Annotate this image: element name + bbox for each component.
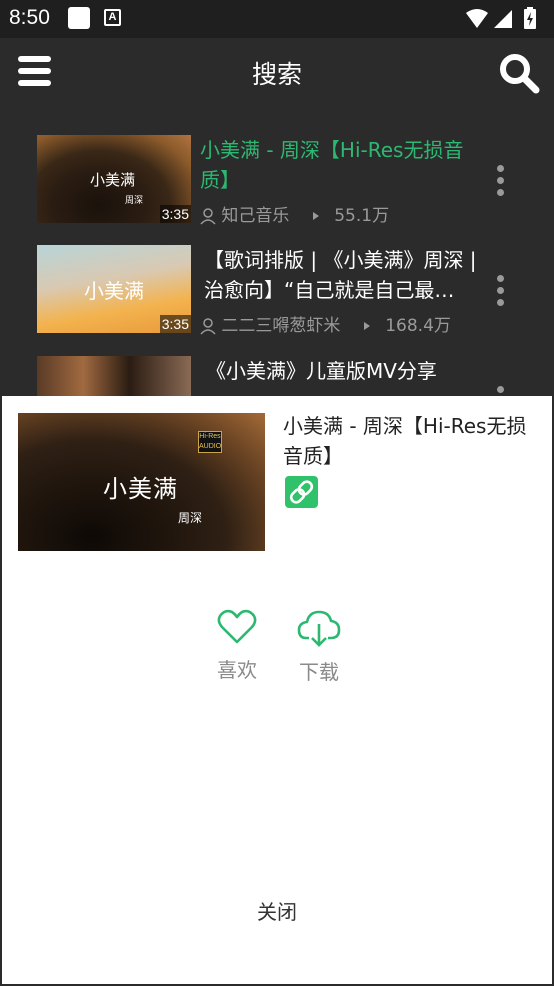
search-button[interactable] <box>498 52 540 98</box>
result-item[interactable]: 小美满 周深 3:35 小美满 - 周深【Hi-Res无损音质】 知己音乐 55… <box>0 135 554 235</box>
result-thumbnail <box>37 356 191 396</box>
more-vertical-icon <box>497 287 504 294</box>
result-plays: 55.1万 <box>334 206 390 226</box>
more-vertical-icon <box>497 177 504 184</box>
wifi-icon <box>466 9 488 28</box>
status-time: 8:50 <box>9 6 50 29</box>
download-label: 下载 <box>299 660 339 684</box>
result-author: 知己音乐 <box>221 206 290 226</box>
result-title[interactable]: 【歌词排版 | 《小美满》周深 | 治愈向】“自己就是自己最… <box>204 245 484 305</box>
thumbnail-subcaption: 周深 <box>178 511 203 525</box>
more-button[interactable] <box>497 165 505 201</box>
cloud-download-icon <box>297 610 341 647</box>
more-vertical-icon <box>497 189 504 196</box>
download-button[interactable]: 下载 <box>294 608 344 685</box>
bottom-sheet: Hi-Res AUDIO 小美满 周深 小美满 - 周深【Hi-Res无损音质】… <box>2 396 552 984</box>
thumbnail-subcaption: 周深 <box>125 196 144 206</box>
more-vertical-icon <box>497 275 504 282</box>
user-icon <box>200 318 216 335</box>
more-vertical-icon <box>497 386 504 393</box>
sheet-title: 小美满 - 周深【Hi-Res无损音质】 <box>283 414 527 468</box>
play-icon <box>363 322 370 330</box>
app-bar: 搜索 <box>0 38 554 106</box>
play-icon <box>312 212 319 220</box>
result-title[interactable]: 小美满 - 周深【Hi-Res无损音质】 <box>200 135 480 195</box>
accessibility-a-icon: A <box>104 9 121 26</box>
link-icon <box>289 480 314 504</box>
signal-icon <box>494 10 512 28</box>
result-thumbnail: 小美满 3:35 <box>37 245 191 333</box>
hires-badge-subtext: AUDIO <box>199 443 222 450</box>
result-plays: 168.4万 <box>385 316 451 336</box>
link-button[interactable] <box>285 476 318 508</box>
like-button[interactable]: 喜欢 <box>212 608 262 683</box>
hires-badge-text: Hi-Res <box>199 433 221 440</box>
thumbnail-caption: 小美满 <box>84 279 144 303</box>
result-meta: 二二三嘚葱虾米 168.4万 <box>200 311 451 336</box>
result-thumbnail: 小美满 周深 3:35 <box>37 135 191 223</box>
sheet-thumbnail: Hi-Res AUDIO 小美满 周深 <box>18 413 265 551</box>
result-item[interactable]: 小美满 3:35 【歌词排版 | 《小美满》周深 | 治愈向】“自己就是自己最…… <box>0 245 554 345</box>
like-label: 喜欢 <box>217 658 257 682</box>
page-title: 搜索 <box>251 60 302 89</box>
status-icons <box>464 7 544 35</box>
battery-icon <box>524 7 536 29</box>
close-button[interactable]: 关闭 <box>2 896 552 925</box>
result-meta: 知己音乐 55.1万 <box>200 201 390 226</box>
result-item[interactable]: 《小美满》儿童版MV分享 <box>0 356 554 396</box>
more-vertical-icon <box>497 299 504 306</box>
more-button[interactable] <box>497 275 505 311</box>
thumbnail-caption: 小美满 <box>103 475 178 503</box>
thumbnail-caption: 小美满 <box>90 171 136 189</box>
more-vertical-icon <box>497 165 504 172</box>
duration-badge: 3:35 <box>159 205 191 223</box>
duration-badge: 3:35 <box>159 315 191 333</box>
status-bar: 8:50 A <box>0 0 554 38</box>
notification-square-icon <box>68 7 90 29</box>
result-title[interactable]: 《小美满》儿童版MV分享 <box>206 356 486 386</box>
result-author: 二二三嘚葱虾米 <box>221 316 341 336</box>
user-icon <box>200 208 216 225</box>
hires-badge: Hi-Res AUDIO <box>198 431 222 453</box>
heart-icon <box>217 609 257 644</box>
more-button[interactable] <box>497 386 505 396</box>
search-icon <box>500 54 540 94</box>
results-list: 小美满 周深 3:35 小美满 - 周深【Hi-Res无损音质】 知己音乐 55… <box>0 106 554 396</box>
